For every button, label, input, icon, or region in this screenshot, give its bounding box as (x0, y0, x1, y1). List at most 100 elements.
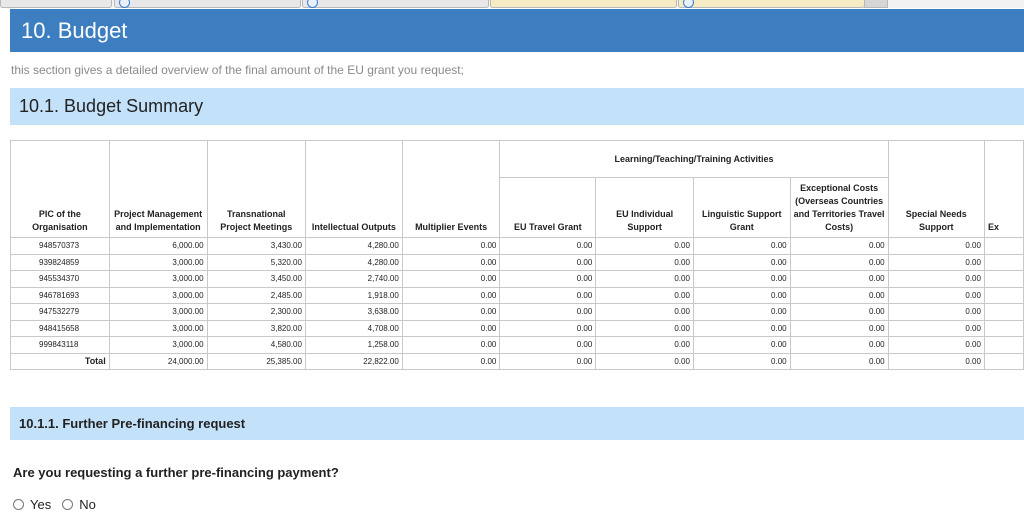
cell-ex (983, 270, 1024, 288)
cell-ex (983, 352, 1024, 370)
total-ls: 0.00 (692, 352, 791, 370)
cell-pic: 945534370 (10, 270, 110, 288)
cell-euis: 0.00 (595, 270, 694, 288)
cell-me: 0.00 (401, 336, 501, 354)
total-tpm: 25,385.00 (206, 352, 306, 370)
cell-io: 3,638.00 (304, 303, 403, 321)
cell-me: 0.00 (401, 319, 501, 337)
cell-eutg: 0.00 (499, 237, 597, 255)
cell-pm: 3,000.00 (108, 286, 208, 304)
browser-tab-strip (0, 0, 1024, 8)
cell-ex (983, 336, 1024, 354)
browser-tab[interactable] (302, 0, 489, 8)
budget-summary-title: 10.1. Budget Summary (10, 88, 1024, 125)
cell-io: 4,708.00 (304, 319, 403, 337)
column-header-eu-individual-support: EU Individual Support (595, 177, 694, 238)
cell-eutg: 0.00 (499, 303, 597, 321)
column-header-ex: Ex (983, 140, 1024, 238)
cell-tpm: 3,450.00 (206, 270, 306, 288)
total-eutg: 0.00 (499, 352, 597, 370)
cell-pm: 3,000.00 (108, 270, 208, 288)
column-group-learning-activities: Learning/Teaching/Training Activities (499, 140, 889, 178)
cell-io: 1,918.00 (304, 286, 403, 304)
cell-ec: 0.00 (789, 319, 889, 337)
total-euis: 0.00 (595, 352, 694, 370)
cell-euis: 0.00 (595, 319, 694, 337)
cell-eutg: 0.00 (499, 286, 597, 304)
cell-ls: 0.00 (692, 253, 791, 271)
prefinancing-title: 10.1.1. Further Pre-financing request (10, 407, 1024, 440)
cell-sns: 0.00 (887, 303, 985, 321)
table-row: 946781693 3,000.00 2,485.00 1,918.00 0.00 0.0… (10, 286, 1024, 304)
cell-euis: 0.00 (595, 237, 694, 255)
section-title: 10. Budget (10, 9, 1024, 52)
cell-ec: 0.00 (789, 286, 889, 304)
browser-tab-active[interactable] (490, 0, 677, 8)
radio-button-no[interactable] (62, 499, 74, 510)
cell-eutg: 0.00 (499, 319, 597, 337)
table-row: 939824859 3,000.00 5,320.00 4,280.00 0.00 0.0… (10, 253, 1024, 271)
cell-pm: 3,000.00 (108, 319, 208, 337)
page-icon (683, 0, 694, 8)
cell-eutg: 0.00 (499, 336, 597, 354)
cell-pic: 946781693 (10, 286, 110, 304)
total-me: 0.00 (401, 352, 501, 370)
cell-pic: 948415658 (10, 319, 110, 337)
table-row: 945534370 3,000.00 3,450.00 2,740.00 0.00 0.0… (10, 270, 1024, 288)
prefinancing-radio-group: Yes No (13, 497, 107, 512)
radio-no[interactable]: No (62, 497, 96, 512)
table-row: 948570373 6,000.00 3,430.00 4,280.00 0.00 0.0… (10, 237, 1024, 255)
cell-ec: 0.00 (789, 253, 889, 271)
browser-tab[interactable] (678, 0, 865, 8)
cell-tpm: 2,485.00 (206, 286, 306, 304)
cell-tpm: 5,320.00 (206, 253, 306, 271)
radio-yes[interactable]: Yes (13, 497, 51, 512)
cell-ec: 0.00 (789, 237, 889, 255)
cell-me: 0.00 (401, 286, 501, 304)
cell-euis: 0.00 (595, 286, 694, 304)
column-header-project-management: Project Management and Implementation (108, 140, 208, 238)
cell-sns: 0.00 (887, 253, 985, 271)
table-row: 948415658 3,000.00 3,820.00 4,708.00 0.00 0.0… (10, 319, 1024, 337)
cell-euis: 0.00 (595, 303, 694, 321)
column-header-pic: PIC of the Organisation (10, 140, 110, 238)
new-tab-button[interactable] (864, 0, 888, 8)
prefinancing-question: Are you requesting a further pre-financi… (13, 465, 339, 480)
cell-ls: 0.00 (692, 286, 791, 304)
page-icon (307, 0, 318, 8)
cell-euis: 0.00 (595, 336, 694, 354)
cell-sns: 0.00 (887, 336, 985, 354)
cell-me: 0.00 (401, 270, 501, 288)
total-io: 22,822.00 (304, 352, 403, 370)
cell-pic: 947532279 (10, 303, 110, 321)
cell-ex (983, 237, 1024, 255)
cell-ec: 0.00 (789, 336, 889, 354)
cell-ls: 0.00 (692, 303, 791, 321)
cell-pic: 999843118 (10, 336, 110, 354)
browser-tab[interactable] (0, 0, 112, 8)
cell-sns: 0.00 (887, 319, 985, 337)
cell-sns: 0.00 (887, 237, 985, 255)
column-header-multiplier-events: Multiplier Events (401, 140, 501, 238)
column-header-linguistic-support: Linguistic Support Grant (692, 177, 791, 238)
cell-io: 1,258.00 (304, 336, 403, 354)
radio-button-yes[interactable] (13, 499, 24, 510)
cell-tpm: 2,300.00 (206, 303, 306, 321)
page-icon (119, 0, 130, 8)
browser-tab[interactable] (114, 0, 301, 8)
cell-ls: 0.00 (692, 336, 791, 354)
column-header-intellectual-outputs: Intellectual Outputs (304, 140, 403, 238)
table-total-row: Total 24,000.00 25,385.00 22,822.00 0.00 0.00… (10, 352, 1024, 370)
column-header-transnational-meetings: Transnational Project Meetings (206, 140, 306, 238)
cell-tpm: 3,430.00 (206, 237, 306, 255)
cell-me: 0.00 (401, 303, 501, 321)
cell-io: 4,280.00 (304, 237, 403, 255)
cell-ls: 0.00 (692, 237, 791, 255)
budget-summary-table: PIC of the Organisation Project Manageme… (10, 140, 1024, 370)
cell-io: 2,740.00 (304, 270, 403, 288)
cell-pm: 6,000.00 (108, 237, 208, 255)
cell-ls: 0.00 (692, 319, 791, 337)
cell-sns: 0.00 (887, 286, 985, 304)
total-pm: 24,000.00 (108, 352, 208, 370)
radio-label-no: No (79, 497, 96, 512)
